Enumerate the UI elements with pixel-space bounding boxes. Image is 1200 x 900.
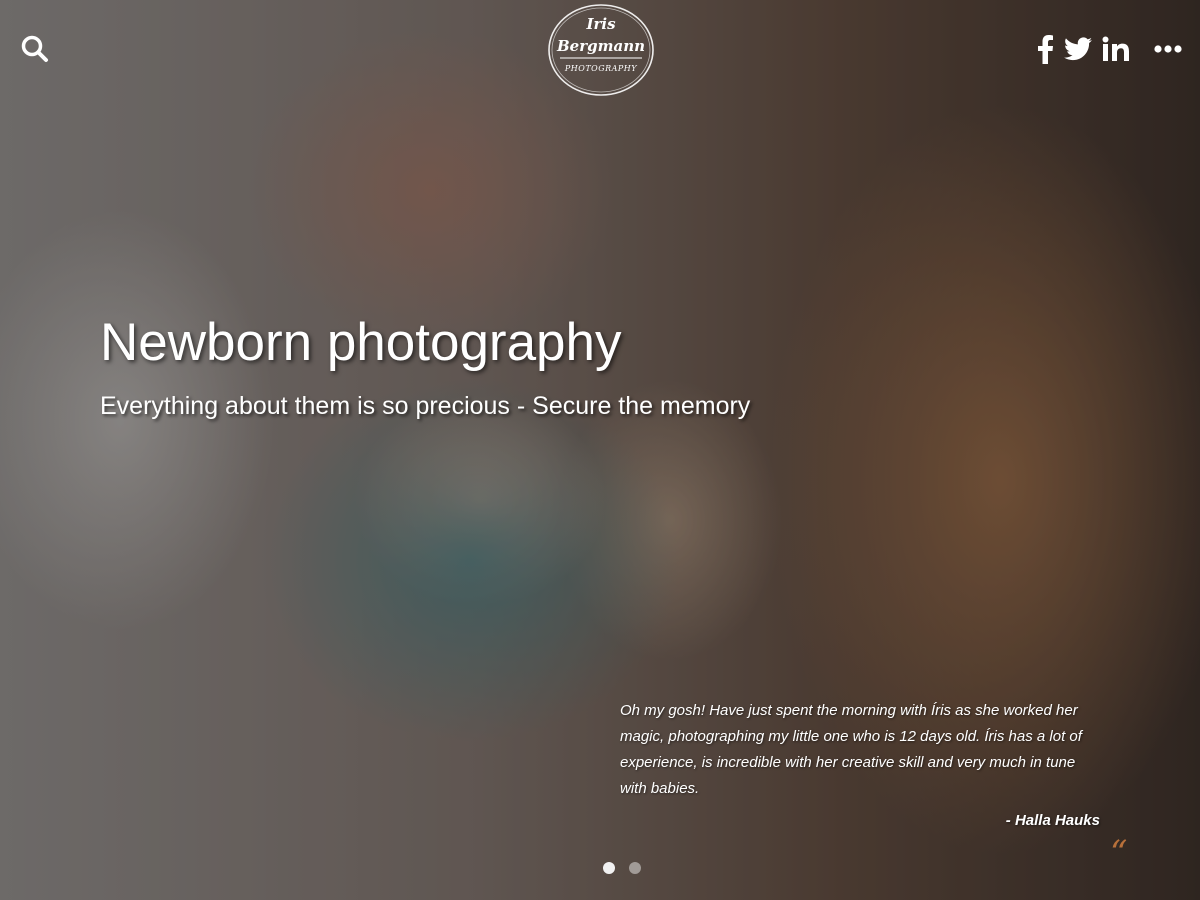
slider-dot-2[interactable]	[629, 862, 641, 874]
testimonial-author: - Halla Hauks	[1005, 812, 1100, 829]
logo-line-1: Iris	[585, 15, 616, 33]
hero-text: Newborn photography Everything about the…	[100, 310, 900, 422]
page-title: Newborn photography	[100, 313, 622, 372]
slider-dot-1[interactable]	[603, 862, 615, 874]
top-bar: Iris Bergmann PHOTOGRAPHY	[0, 0, 1200, 100]
logo-line-2: Bergmann	[556, 37, 645, 55]
slider-pagination	[603, 862, 641, 874]
twitter-icon[interactable]	[1064, 37, 1092, 61]
quote-mark-icon: “	[1110, 833, 1128, 873]
facebook-icon[interactable]	[1036, 34, 1054, 64]
page-subtitle: Everything about them is so precious - S…	[100, 392, 751, 420]
site-logo[interactable]: Iris Bergmann PHOTOGRAPHY	[546, 3, 656, 98]
social-links	[1036, 34, 1182, 64]
search-icon[interactable]	[20, 34, 50, 64]
linkedin-icon[interactable]	[1102, 36, 1130, 62]
testimonial-quote: Oh my gosh! Have just spent the morning …	[620, 702, 1082, 797]
more-icon[interactable]	[1154, 44, 1182, 54]
testimonial: Oh my gosh! Have just spent the morning …	[620, 698, 1100, 829]
logo-line-3: PHOTOGRAPHY	[564, 64, 637, 73]
